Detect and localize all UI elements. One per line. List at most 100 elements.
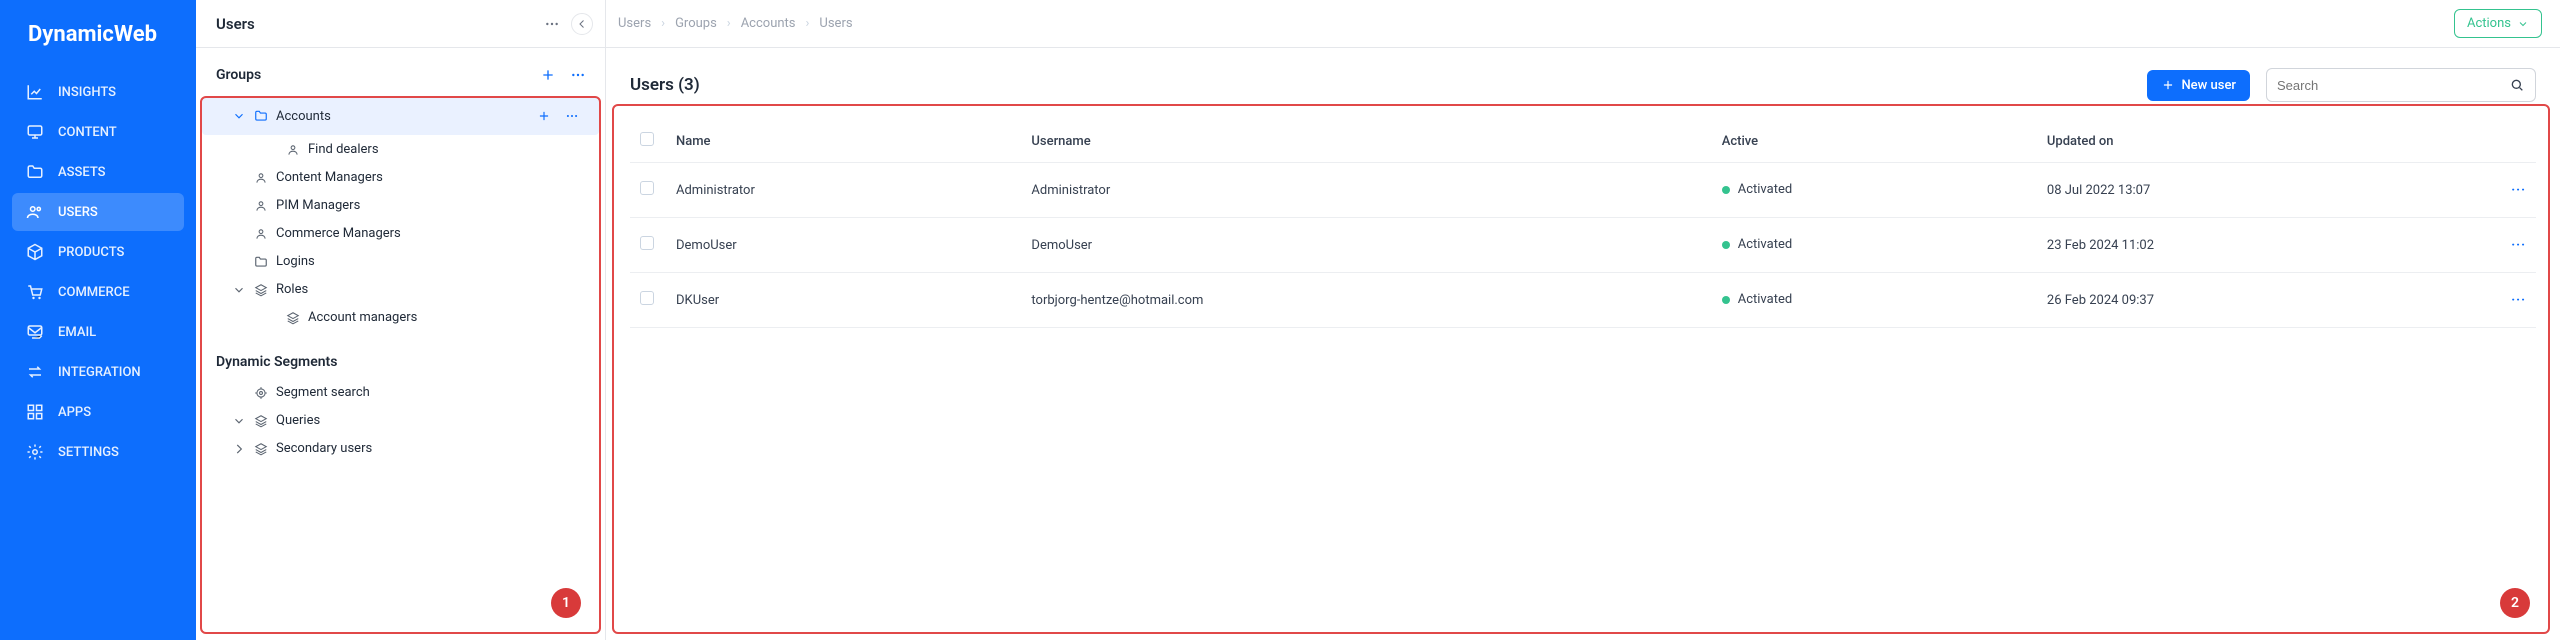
dots-icon xyxy=(544,16,560,32)
plus-icon xyxy=(2161,78,2175,92)
nav-label: INSIGHTS xyxy=(58,85,116,100)
plus-icon xyxy=(537,109,551,123)
tree-label: Account managers xyxy=(308,310,417,325)
sidebar-item-users[interactable]: USERS xyxy=(12,193,184,231)
chevron-down-icon[interactable] xyxy=(232,414,246,428)
row-more-button[interactable]: ··· xyxy=(2511,238,2526,253)
col-updated[interactable]: Updated on xyxy=(2037,120,2494,163)
cell-username: torbjorg-hentze@hotmail.com xyxy=(1021,273,1711,328)
tree-item[interactable]: Accounts xyxy=(202,97,599,135)
tree-item[interactable]: Content Managers xyxy=(202,164,599,191)
users-icon xyxy=(26,203,44,221)
cell-username: Administrator xyxy=(1021,163,1711,218)
nav-label: EMAIL xyxy=(58,325,96,340)
row-checkbox[interactable] xyxy=(640,236,654,250)
sidebar-nav: DynamicWeb INSIGHTS CONTENT ASSETS USERSPRO… xyxy=(0,0,196,640)
tree-item[interactable]: Logins xyxy=(202,248,599,275)
search-box[interactable] xyxy=(2266,68,2536,102)
tree-item[interactable]: Secondary users xyxy=(202,435,599,462)
tree-label: Secondary users xyxy=(276,441,372,456)
tree-label: Content Managers xyxy=(276,170,383,185)
table-row[interactable]: DKUsertorbjorg-hentze@hotmail.comActivat… xyxy=(630,273,2536,328)
group-more-button[interactable] xyxy=(565,62,591,88)
chevron-down-icon[interactable] xyxy=(232,283,246,297)
plus-icon xyxy=(540,67,556,83)
chevron-down-icon[interactable] xyxy=(232,109,246,123)
sidebar-item-commerce[interactable]: COMMERCE xyxy=(12,273,184,311)
row-checkbox[interactable] xyxy=(640,181,654,195)
sidebar-item-insights[interactable]: INSIGHTS xyxy=(12,73,184,111)
tree-item[interactable]: Roles xyxy=(202,276,599,303)
dots-icon xyxy=(570,67,586,83)
user-icon xyxy=(254,199,268,213)
col-name[interactable]: Name xyxy=(666,120,1021,163)
sidebar-item-settings[interactable]: SETTINGS xyxy=(12,433,184,471)
dots-icon xyxy=(565,109,579,123)
tree-add-button[interactable] xyxy=(531,103,557,129)
sidebar-item-content[interactable]: CONTENT xyxy=(12,113,184,151)
chevron-right-icon[interactable] xyxy=(232,442,246,456)
cell-name: DKUser xyxy=(666,273,1021,328)
tree-more-button[interactable] xyxy=(559,103,585,129)
cell-updated: 26 Feb 2024 09:37 xyxy=(2037,273,2494,328)
cell-active: Activated xyxy=(1712,163,2037,218)
tree-item[interactable]: PIM Managers xyxy=(202,192,599,219)
apps-icon xyxy=(26,403,44,421)
layers-icon xyxy=(286,311,300,325)
products-icon xyxy=(26,243,44,261)
sidebar-item-integration[interactable]: INTEGRATION xyxy=(12,353,184,391)
user-icon xyxy=(286,143,300,157)
table-row[interactable]: DemoUserDemoUserActivated23 Feb 2024 11:… xyxy=(630,218,2536,273)
user-icon xyxy=(254,171,268,185)
cell-name: DemoUser xyxy=(666,218,1021,273)
tree-item[interactable]: Account managers xyxy=(202,304,599,331)
select-all-checkbox[interactable] xyxy=(640,132,654,146)
breadcrumb-item[interactable]: Groups xyxy=(675,16,717,31)
segments-section-title: Dynamic Segments xyxy=(216,354,337,370)
search-target-icon xyxy=(254,386,268,400)
col-username[interactable]: Username xyxy=(1021,120,1711,163)
users-table: Name Username Active Updated on Administ… xyxy=(630,120,2536,328)
sidebar-item-apps[interactable]: APPS xyxy=(12,393,184,431)
panel-more-button[interactable] xyxy=(539,11,565,37)
status-dot-icon xyxy=(1722,241,1730,249)
panel-collapse-button[interactable] xyxy=(571,13,593,35)
actions-label: Actions xyxy=(2467,16,2511,31)
row-more-button[interactable]: ··· xyxy=(2511,293,2526,308)
new-user-label: New user xyxy=(2181,78,2236,93)
sidebar-item-assets[interactable]: ASSETS xyxy=(12,153,184,191)
group-add-button[interactable] xyxy=(535,62,561,88)
row-more-button[interactable]: ··· xyxy=(2511,183,2526,198)
breadcrumb-item[interactable]: Users xyxy=(618,16,651,31)
tree-item[interactable]: Queries xyxy=(202,407,599,434)
nav-label: INTEGRATION xyxy=(58,365,141,380)
actions-dropdown[interactable]: Actions xyxy=(2454,9,2542,38)
breadcrumb-separator-icon: › xyxy=(661,16,665,31)
sidebar-item-products[interactable]: PRODUCTS xyxy=(12,233,184,271)
panel-title: Users xyxy=(216,15,255,33)
nav-label: COMMERCE xyxy=(58,285,130,300)
breadcrumb-item[interactable]: Accounts xyxy=(741,16,796,31)
nav-label: ASSETS xyxy=(58,165,106,180)
assets-icon xyxy=(26,163,44,181)
col-active[interactable]: Active xyxy=(1712,120,2037,163)
nav-label: CONTENT xyxy=(58,125,117,140)
table-row[interactable]: AdministratorAdministratorActivated08 Ju… xyxy=(630,163,2536,218)
search-input[interactable] xyxy=(2277,78,2509,93)
breadcrumb-item[interactable]: Users xyxy=(819,16,852,31)
tree-label: Queries xyxy=(276,413,320,428)
brand-logo: DynamicWeb xyxy=(0,0,196,73)
tree-item[interactable]: Segment search xyxy=(202,379,599,406)
cell-updated: 23 Feb 2024 11:02 xyxy=(2037,218,2494,273)
sidebar-item-email[interactable]: EMAIL xyxy=(12,313,184,351)
tree-item[interactable]: Commerce Managers xyxy=(202,220,599,247)
page-title: Users (3) xyxy=(630,75,700,95)
layers-icon xyxy=(254,442,268,456)
new-user-button[interactable]: New user xyxy=(2147,70,2250,101)
folder-icon xyxy=(254,255,268,269)
tree-item[interactable]: Find dealers xyxy=(202,136,599,163)
breadcrumb-separator-icon: › xyxy=(806,16,810,31)
tree-label: Accounts xyxy=(276,109,331,124)
row-checkbox[interactable] xyxy=(640,291,654,305)
groups-panel: Users Groups AccountsFind dealersContent… xyxy=(196,0,606,640)
